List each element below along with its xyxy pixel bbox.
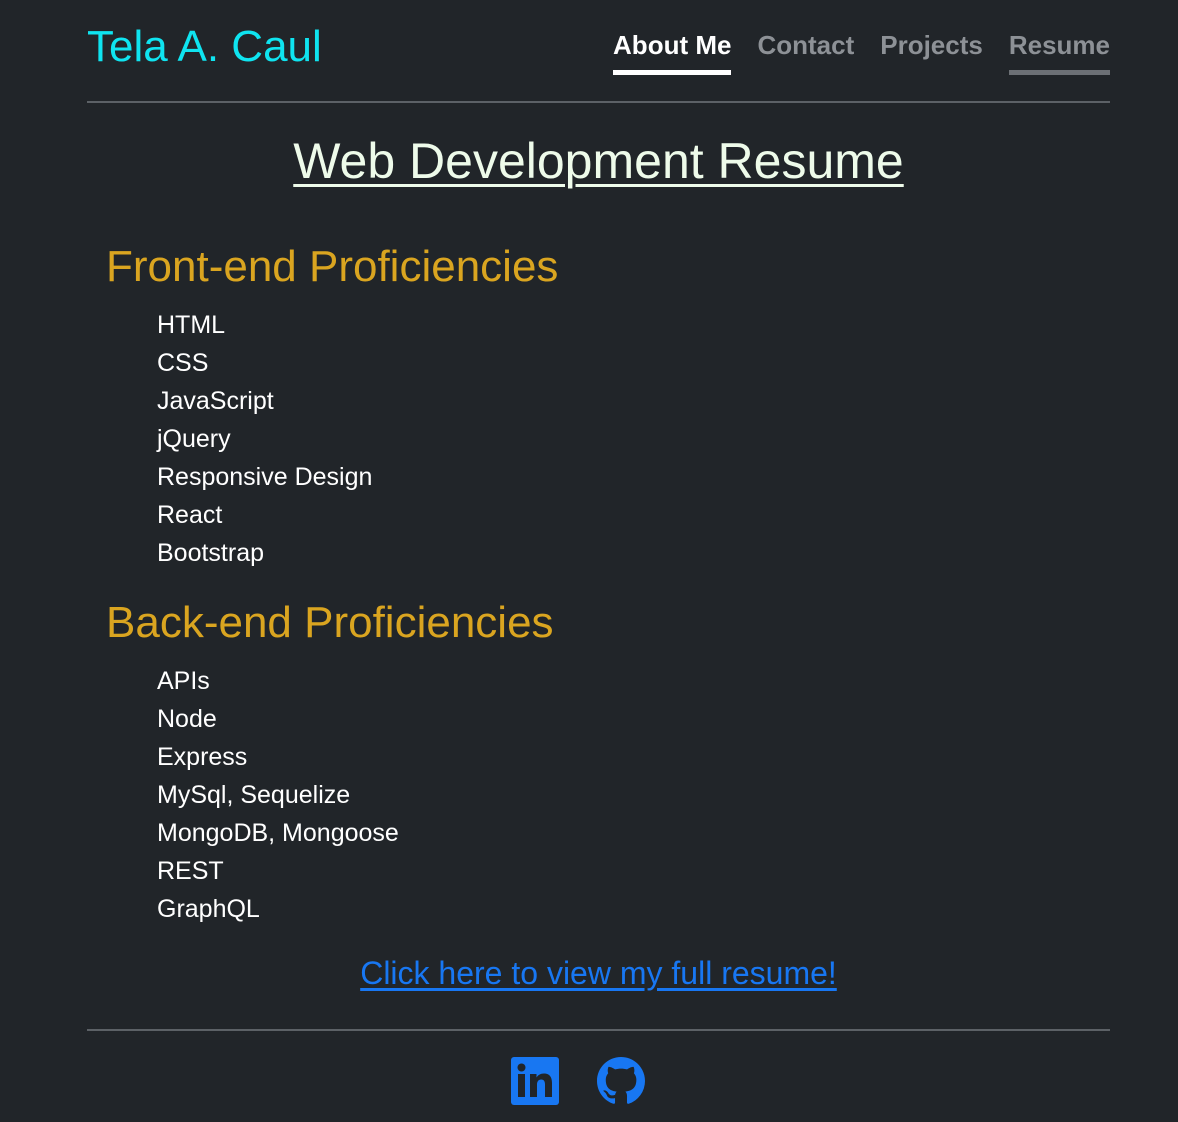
nav-projects[interactable]: Projects bbox=[880, 28, 983, 75]
list-item: MySql, Sequelize bbox=[157, 781, 351, 809]
list-item: Node bbox=[157, 705, 217, 733]
back-end-heading: Back-end Proficiencies bbox=[106, 598, 554, 647]
site-brand[interactable]: Tela A. Caul bbox=[87, 21, 322, 73]
list-item: Bootstrap bbox=[157, 539, 265, 567]
site-footer bbox=[87, 1029, 1110, 1122]
list-item: REST bbox=[157, 857, 224, 885]
page-container: Tela A. Caul About Me Contact Projects R… bbox=[87, 0, 1110, 1122]
github-link[interactable] bbox=[597, 1057, 645, 1105]
social-links bbox=[511, 1057, 645, 1105]
page-title: Web Development Resume bbox=[87, 130, 1110, 192]
nav-about-me[interactable]: About Me bbox=[613, 28, 732, 75]
list-item: jQuery bbox=[157, 425, 231, 453]
front-end-list: HTML CSS JavaScript jQuery Responsive De… bbox=[157, 306, 372, 572]
list-item: Responsive Design bbox=[157, 463, 373, 491]
front-end-heading: Front-end Proficiencies bbox=[106, 242, 559, 291]
github-icon bbox=[597, 1057, 645, 1104]
nav-contact[interactable]: Contact bbox=[757, 28, 854, 75]
resume-link-wrapper: Click here to view my full resume! bbox=[87, 952, 1110, 994]
list-item: React bbox=[157, 501, 223, 529]
list-item: APIs bbox=[157, 667, 210, 695]
list-item: CSS bbox=[157, 349, 209, 377]
page-title-text: Web Development Resume bbox=[293, 133, 904, 189]
list-item: GraphQL bbox=[157, 895, 260, 923]
list-item: JavaScript bbox=[157, 387, 274, 415]
linkedin-icon bbox=[511, 1057, 559, 1105]
list-item: MongoDB, Mongoose bbox=[157, 819, 399, 847]
linkedin-link[interactable] bbox=[511, 1057, 559, 1105]
list-item: Express bbox=[157, 743, 248, 771]
back-end-list: APIs Node Express MySql, Sequelize Mongo… bbox=[157, 662, 399, 928]
list-item: HTML bbox=[157, 311, 226, 339]
site-header: Tela A. Caul About Me Contact Projects R… bbox=[87, 0, 1110, 103]
full-resume-link[interactable]: Click here to view my full resume! bbox=[360, 955, 837, 991]
nav-resume[interactable]: Resume bbox=[1008, 28, 1110, 75]
main-nav: About Me Contact Projects Resume bbox=[613, 28, 1110, 75]
